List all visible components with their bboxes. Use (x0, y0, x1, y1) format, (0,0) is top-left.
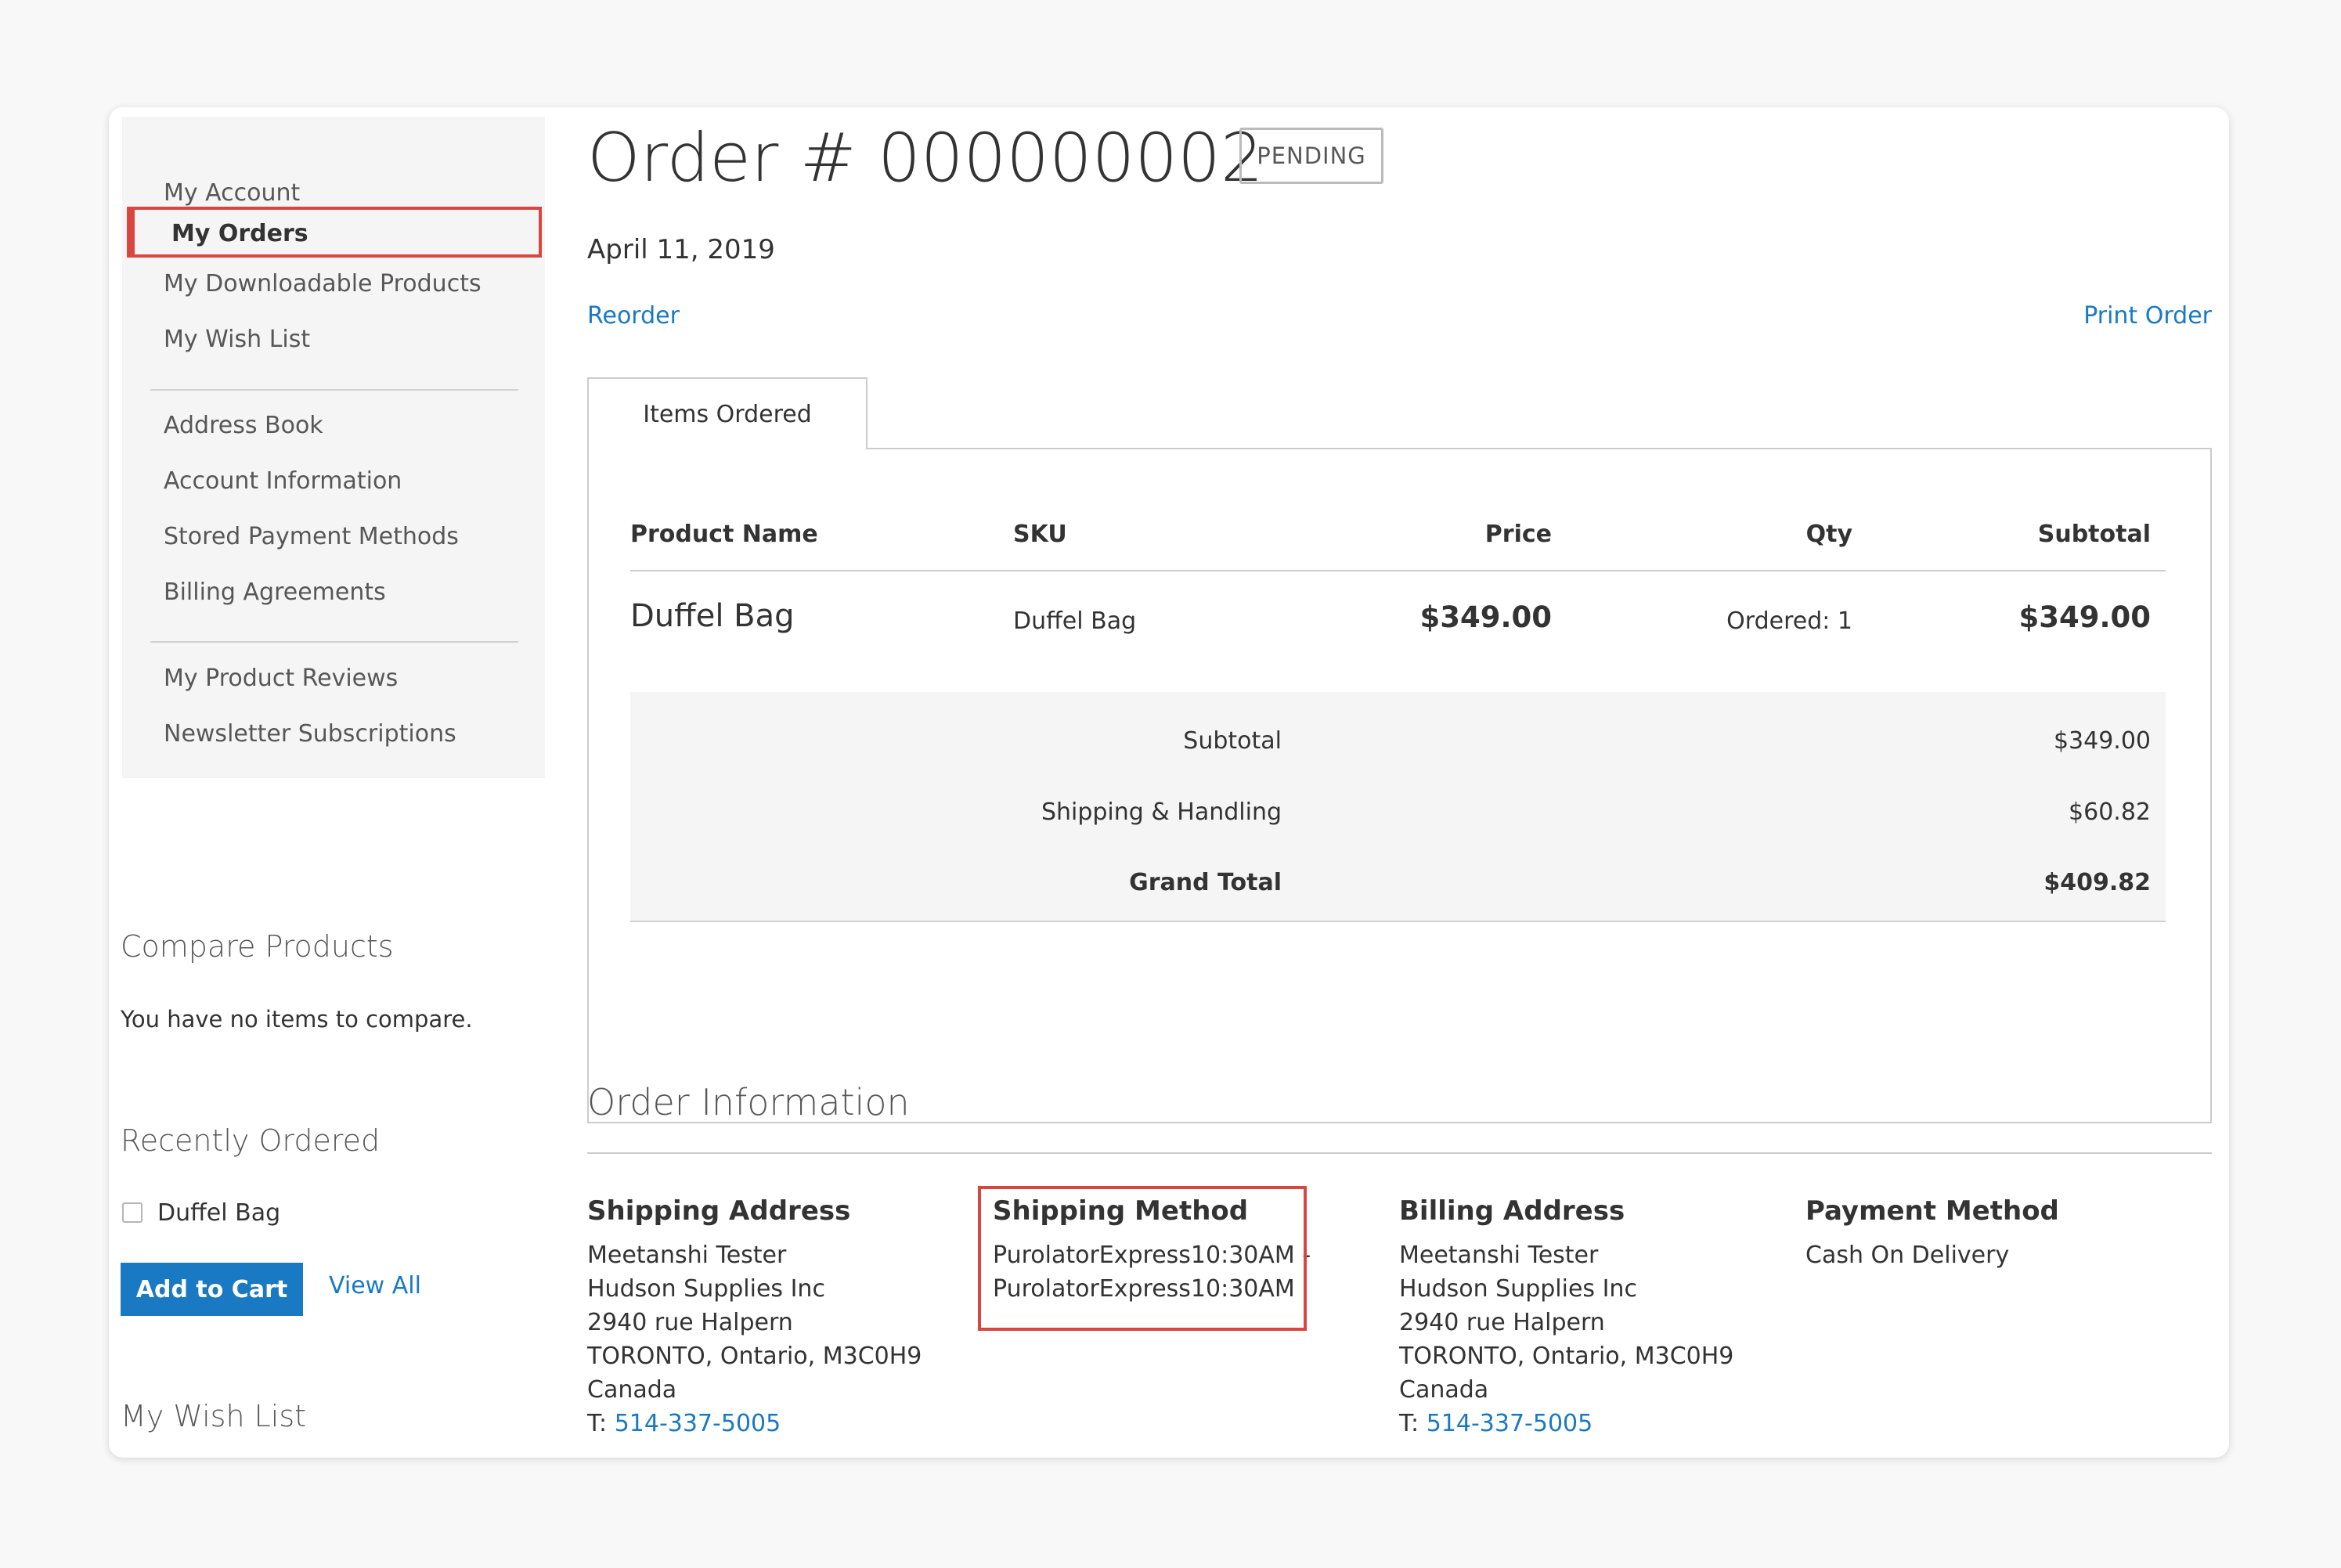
billing-phone-link[interactable]: 514-337-5005 (1427, 1410, 1593, 1437)
billing-address-title: Billing Address (1399, 1195, 1625, 1227)
column-header-price: Price (1484, 521, 1552, 548)
shipping-address-line: 2940 rue Halpern (587, 1309, 793, 1336)
payment-method-line: Cash On Delivery (1805, 1242, 2010, 1269)
billing-address-line: TORONTO, Ontario, M3C0H9 (1399, 1343, 1734, 1370)
nav-item-downloadable-products[interactable]: My Downloadable Products (164, 270, 482, 298)
reorder-link[interactable]: Reorder (587, 302, 680, 330)
recently-ordered-title: Recently Ordered (121, 1123, 381, 1158)
shipping-address-phone-row: T: 514-337-5005 (587, 1407, 979, 1440)
compare-products-title: Compare Products (121, 929, 394, 964)
payment-method-block: Payment Method Cash On Delivery (1805, 1195, 2197, 1272)
row-subtotal: $349.00 (2018, 600, 2151, 634)
nav-item-stored-payment-methods[interactable]: Stored Payment Methods (164, 523, 459, 551)
billing-address-phone-row: T: 514-337-5005 (1399, 1407, 1791, 1440)
shipping-address-title: Shipping Address (587, 1195, 851, 1227)
totals-shipping-value: $60.82 (2069, 798, 2151, 826)
nav-item-product-reviews[interactable]: My Product Reviews (164, 665, 398, 693)
nav-item-billing-agreements[interactable]: Billing Agreements (164, 579, 386, 607)
totals-grand-total-value: $409.82 (2043, 869, 2151, 896)
nav-divider (150, 641, 518, 643)
shipping-address-line: Canada (587, 1376, 677, 1404)
totals-subtotal-label: Subtotal (1183, 727, 1282, 755)
order-date: April 11, 2019 (587, 234, 775, 265)
billing-address-line: 2940 rue Halpern (1399, 1309, 1605, 1336)
view-all-link[interactable]: View All (329, 1272, 421, 1299)
shipping-address-line: Meetanshi Tester (587, 1242, 787, 1269)
account-page-card: My Account My Orders My Downloadable Pro… (109, 107, 2229, 1458)
billing-address-block: Billing Address Meetanshi Tester Hudson … (1399, 1195, 1791, 1440)
shipping-phone-link[interactable]: 514-337-5005 (615, 1410, 781, 1437)
nav-item-my-account[interactable]: My Account (164, 179, 300, 207)
table-header-divider (630, 570, 2166, 571)
billing-address-line: Hudson Supplies Inc (1399, 1275, 1637, 1303)
nav-divider (150, 389, 518, 391)
status-badge: PENDING (1239, 128, 1383, 184)
totals-shipping-label: Shipping & Handling (1041, 798, 1282, 826)
compare-empty-text: You have no items to compare. (121, 1006, 473, 1033)
page-title: Order # 000000002 (587, 119, 1264, 197)
account-nav: My Account My Orders My Downloadable Pro… (122, 117, 545, 778)
payment-method-title: Payment Method (1805, 1195, 2059, 1227)
totals-grand-total-label: Grand Total (1129, 869, 1282, 896)
totals-subtotal-value: $349.00 (2053, 727, 2151, 755)
print-order-link[interactable]: Print Order (2083, 302, 2212, 330)
add-to-cart-button[interactable]: Add to Cart (121, 1263, 303, 1316)
shipping-address-block: Shipping Address Meetanshi Tester Hudson… (587, 1195, 979, 1440)
phone-prefix: T: (1399, 1410, 1427, 1437)
row-qty: Ordered: 1 (1726, 607, 1852, 635)
nav-item-address-book[interactable]: Address Book (164, 412, 323, 440)
column-header-sku: SKU (1013, 521, 1067, 548)
nav-item-my-orders[interactable]: My Orders (127, 207, 542, 258)
billing-address-line: Meetanshi Tester (1399, 1242, 1599, 1269)
wishlist-title: My Wish List (121, 1399, 307, 1433)
nav-item-account-information[interactable]: Account Information (164, 467, 402, 496)
order-information-title: Order Information (587, 1081, 910, 1123)
nav-item-newsletter-subscriptions[interactable]: Newsletter Subscriptions (164, 720, 456, 748)
column-header-qty: Qty (1805, 521, 1852, 548)
nav-item-wish-list[interactable]: My Wish List (164, 326, 310, 354)
recently-ordered-item[interactable]: Duffel Bag (157, 1199, 280, 1227)
shipping-address-line: Hudson Supplies Inc (587, 1275, 825, 1303)
column-header-subtotal: Subtotal (2037, 521, 2151, 548)
shipping-address-line: TORONTO, Ontario, M3C0H9 (587, 1343, 922, 1370)
order-information-divider (587, 1152, 2212, 1154)
billing-address-line: Canada (1399, 1376, 1489, 1404)
tab-items-ordered[interactable]: Items Ordered (587, 377, 868, 449)
shipping-method-highlight (978, 1186, 1307, 1331)
row-product-name: Duffel Bag (630, 598, 795, 634)
recently-ordered-checkbox[interactable] (122, 1202, 142, 1223)
order-totals (630, 692, 2166, 922)
column-header-product-name: Product Name (630, 521, 818, 548)
phone-prefix: T: (587, 1410, 615, 1437)
row-sku: Duffel Bag (1013, 607, 1137, 635)
row-price: $349.00 (1419, 600, 1552, 634)
